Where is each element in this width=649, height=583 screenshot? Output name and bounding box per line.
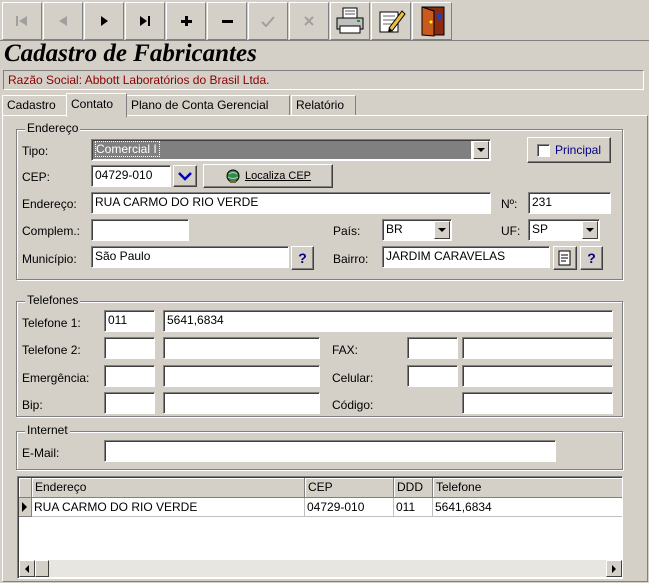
scroll-left-button[interactable] bbox=[19, 560, 35, 577]
bairro-help-button[interactable]: ? bbox=[580, 246, 603, 270]
uf-label: UF: bbox=[501, 224, 521, 238]
arrow-right-icon bbox=[612, 564, 616, 573]
bip-label: Bip: bbox=[22, 398, 43, 412]
emergencia-number-input[interactable] bbox=[163, 365, 320, 387]
email-input[interactable] bbox=[104, 440, 556, 462]
globe-icon bbox=[226, 169, 240, 183]
celular-ddd-input[interactable] bbox=[407, 365, 458, 387]
telefone1-ddd-input[interactable]: 011 bbox=[104, 310, 155, 332]
celular-number-input[interactable] bbox=[462, 365, 613, 387]
grid-cell-ddd[interactable]: 011 bbox=[394, 498, 433, 517]
municipio-label: Município: bbox=[22, 252, 77, 266]
localiza-cep-button[interactable]: Localiza CEP bbox=[203, 164, 333, 188]
telefones-group-title: Telefones bbox=[25, 293, 81, 307]
telefone1-number-input[interactable]: 5641,6834 bbox=[163, 310, 613, 332]
municipio-help-button[interactable]: ? bbox=[291, 246, 314, 270]
pais-value: BR bbox=[386, 222, 403, 236]
emergencia-ddd-input[interactable] bbox=[104, 365, 155, 387]
codigo-label: Código: bbox=[332, 398, 374, 412]
grid-cell-telefone[interactable]: 5641,6834 bbox=[433, 498, 622, 517]
pais-label: País: bbox=[333, 224, 361, 238]
arrow-left-icon bbox=[25, 564, 29, 573]
fax-label: FAX: bbox=[332, 343, 359, 357]
grid-cell-endereco[interactable]: RUA CARMO DO RIO VERDE bbox=[32, 498, 305, 517]
tipo-combo[interactable]: Comercial I bbox=[91, 139, 491, 161]
principal-checkbox[interactable]: Principal bbox=[527, 137, 611, 163]
uf-combo[interactable]: SP bbox=[528, 219, 600, 241]
current-row-arrow-icon bbox=[22, 502, 27, 512]
telefone1-label: Telefone 1: bbox=[22, 316, 81, 330]
uf-dropdown-button[interactable] bbox=[582, 221, 598, 239]
internet-group-title: Internet bbox=[25, 423, 70, 437]
fax-number-input[interactable] bbox=[462, 337, 613, 359]
emergencia-label: Emergência: bbox=[22, 371, 90, 385]
email-label: E-Mail: bbox=[22, 446, 60, 460]
municipio-input[interactable]: São Paulo bbox=[91, 246, 289, 268]
chevron-down-icon bbox=[178, 172, 192, 181]
scroll-right-button[interactable] bbox=[606, 560, 622, 577]
principal-label: Principal bbox=[554, 143, 602, 157]
pais-combo[interactable]: BR bbox=[382, 219, 452, 241]
grid-cell-cep[interactable]: 04729-010 bbox=[305, 498, 394, 517]
grid-indicator-header bbox=[19, 478, 32, 498]
cep-input[interactable]: 04729-010 bbox=[91, 165, 171, 187]
grid-horizontal-scrollbar[interactable] bbox=[19, 560, 622, 577]
endereco-group-title: Endereço bbox=[25, 121, 81, 135]
scroll-thumb[interactable] bbox=[35, 560, 49, 577]
bip-ddd-input[interactable] bbox=[104, 392, 155, 414]
tipo-value: Comercial I bbox=[95, 141, 160, 157]
bip-number-input[interactable] bbox=[163, 392, 320, 414]
grid-header-telefone[interactable]: Telefone bbox=[433, 478, 622, 498]
tipo-dropdown-button[interactable] bbox=[473, 141, 489, 159]
numero-label: Nº: bbox=[501, 197, 518, 211]
bairro-edit-button[interactable] bbox=[553, 246, 577, 270]
uf-value: SP bbox=[532, 222, 549, 236]
complemento-label: Complem.: bbox=[22, 224, 81, 238]
telefone2-label: Telefone 2: bbox=[22, 343, 81, 357]
notepad-icon bbox=[558, 250, 571, 266]
question-icon: ? bbox=[298, 250, 307, 266]
cep-label: CEP: bbox=[22, 170, 51, 184]
fax-ddd-input[interactable] bbox=[407, 337, 458, 359]
row-indicator bbox=[19, 498, 32, 517]
principal-checkbox-box[interactable] bbox=[536, 143, 550, 157]
localiza-cep-label: Localiza CEP bbox=[244, 170, 312, 182]
endereco-label: Endereço: bbox=[22, 197, 77, 211]
telefone2-number-input[interactable] bbox=[163, 337, 320, 359]
bairro-input[interactable]: JARDIM CARAVELAS bbox=[382, 246, 550, 268]
codigo-input[interactable] bbox=[462, 392, 613, 414]
complemento-input[interactable] bbox=[91, 219, 189, 241]
endereco-input[interactable]: RUA CARMO DO RIO VERDE bbox=[91, 192, 491, 214]
contacts-grid[interactable]: Endereço CEP DDD Telefone RUA CARMO DO R… bbox=[17, 476, 623, 579]
bairro-label: Bairro: bbox=[333, 252, 369, 266]
grid-header-endereco[interactable]: Endereço bbox=[32, 478, 305, 498]
tipo-label: Tipo: bbox=[22, 144, 49, 158]
numero-input[interactable]: 231 bbox=[528, 192, 611, 214]
pais-dropdown-button[interactable] bbox=[434, 221, 450, 239]
grid-header-ddd[interactable]: DDD bbox=[394, 478, 433, 498]
question-icon: ? bbox=[587, 250, 596, 266]
telefone2-ddd-input[interactable] bbox=[104, 337, 155, 359]
celular-label: Celular: bbox=[332, 371, 374, 385]
cep-search-button[interactable] bbox=[173, 165, 197, 187]
grid-header-cep[interactable]: CEP bbox=[305, 478, 394, 498]
